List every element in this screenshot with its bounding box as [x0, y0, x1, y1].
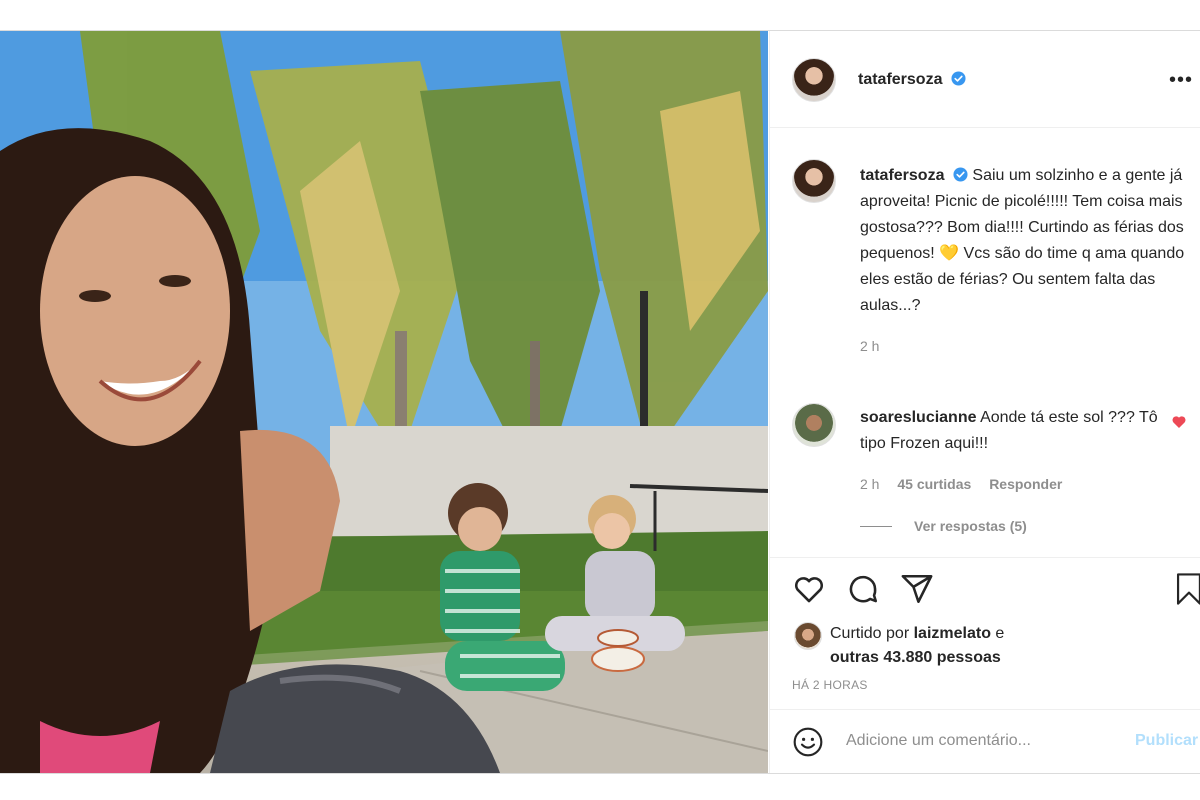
replies-divider [860, 525, 892, 527]
post-sidebar: tatafersoza ••• tatafersoza Saiu um solz… [769, 31, 1200, 773]
photo-scene [0, 31, 768, 773]
publish-button[interactable]: Publicar [1135, 732, 1198, 750]
post-caption: tatafersoza Saiu um solzinho e a gente j… [860, 163, 1190, 359]
post-timestamp: HÁ 2 HORAS [792, 678, 868, 692]
liker-username[interactable]: laizmelato [914, 625, 991, 642]
comment: soareslucianne Aonde tá este sol ??? Tô … [860, 405, 1160, 497]
likes-summary: Curtido por laizmelato e outras 43.880 p… [830, 622, 1004, 670]
more-icon[interactable]: ••• [1169, 69, 1193, 92]
author-avatar[interactable] [792, 58, 836, 102]
verified-icon [951, 71, 966, 86]
commenter-username[interactable]: soareslucianne [860, 409, 977, 426]
author-name-row: tatafersoza [858, 71, 966, 89]
author-username[interactable]: tatafersoza [858, 71, 942, 88]
caption-avatar[interactable] [792, 159, 836, 203]
emoji-icon[interactable] [792, 726, 824, 758]
comment-time: 2 h [860, 476, 880, 492]
post-photo[interactable] [0, 31, 768, 773]
comment-bar: Adicione um comentário... Publicar [770, 709, 1200, 774]
post-actions: Curtido por laizmelato e outras 43.880 p… [770, 557, 1200, 718]
post-header: tatafersoza ••• [770, 31, 1200, 128]
comment-input[interactable]: Adicione um comentário... [846, 732, 1031, 750]
likes-prefix: Curtido por [830, 625, 910, 642]
commenter-avatar[interactable] [792, 403, 836, 447]
comment-icon[interactable] [846, 572, 880, 606]
verified-icon [953, 167, 968, 182]
comment-likes[interactable]: 45 curtidas [897, 476, 971, 492]
instagram-post: tatafersoza ••• tatafersoza Saiu um solz… [0, 30, 1200, 774]
caption-time: 2 h [860, 338, 880, 354]
reply-button[interactable]: Responder [989, 476, 1062, 492]
caption-text: Saiu um solzinho e a gente já aproveita!… [860, 167, 1185, 314]
bookmark-icon[interactable] [1174, 572, 1200, 606]
heart-icon[interactable] [792, 572, 826, 606]
comment-meta: 2 h 45 curtidas Responder [860, 471, 1160, 497]
caption-username[interactable]: tatafersoza [860, 167, 944, 184]
share-icon[interactable] [900, 572, 934, 606]
view-replies-label[interactable]: Ver respostas (5) [914, 518, 1027, 534]
liker-avatar[interactable] [794, 622, 822, 650]
view-replies[interactable]: Ver respostas (5) [860, 518, 1027, 534]
likes-connector: e [995, 625, 1005, 642]
comment-heart-icon[interactable] [1171, 414, 1187, 430]
likes-others[interactable]: outras 43.880 pessoas [830, 649, 1001, 666]
